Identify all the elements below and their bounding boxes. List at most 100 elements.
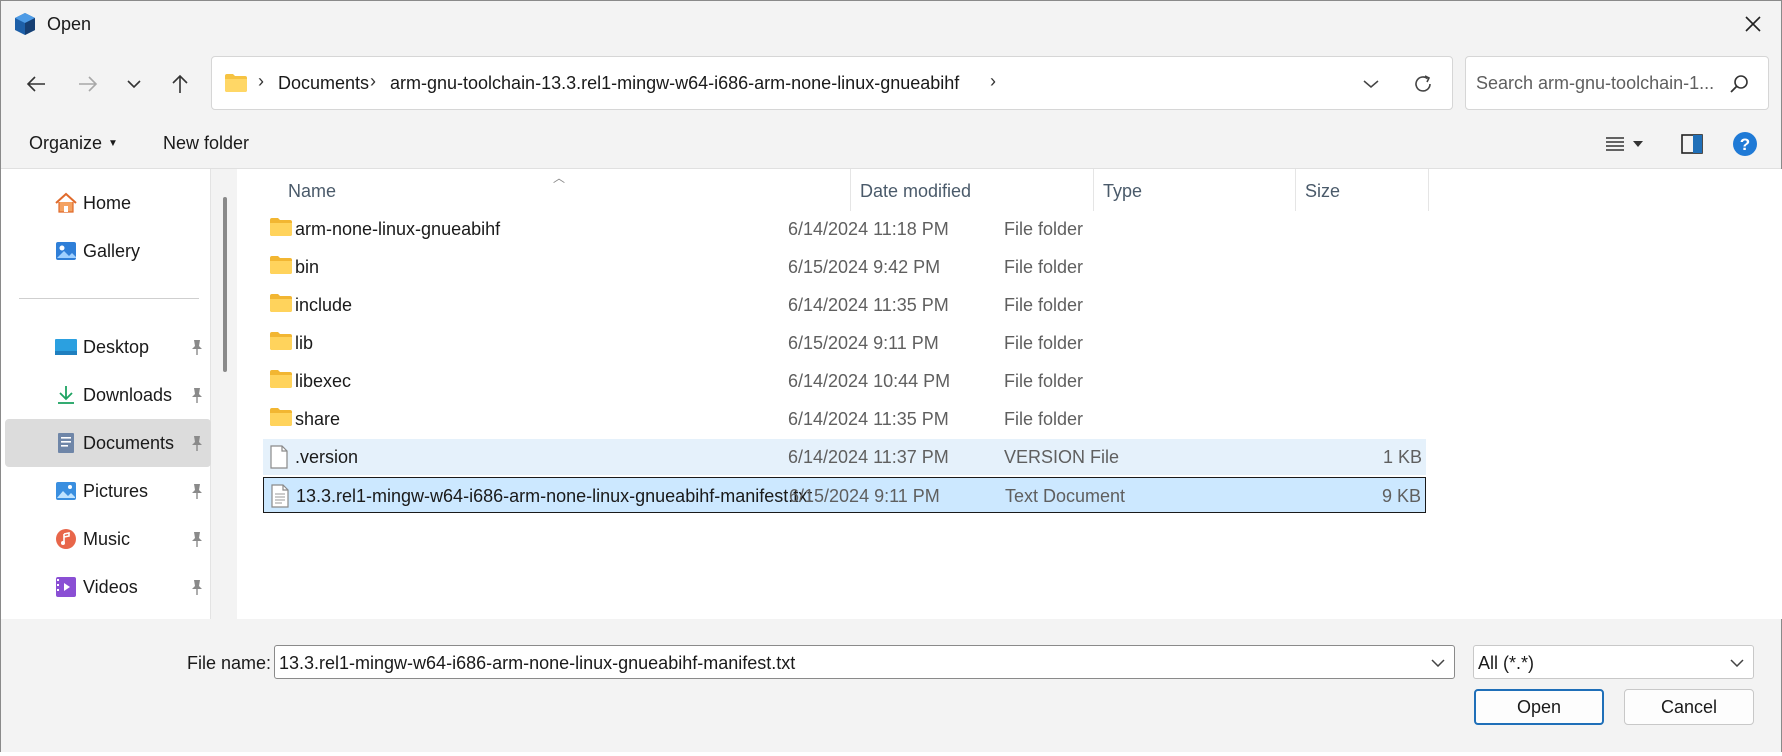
sidebar-item-home[interactable]: Home: [5, 179, 211, 227]
pin-icon[interactable]: [189, 386, 205, 404]
downloads-icon: [53, 382, 79, 408]
file-type: Text Document: [1005, 486, 1126, 506]
chevron-down-icon: [127, 80, 141, 89]
file-name: arm-none-linux-gnueabihf: [295, 219, 501, 239]
up-arrow-icon: [172, 74, 188, 93]
column-header-name[interactable]: Name: [288, 181, 336, 202]
pin-icon[interactable]: [189, 434, 205, 452]
column-divider[interactable]: [1428, 169, 1429, 211]
column-divider[interactable]: [1093, 169, 1094, 211]
open-button[interactable]: Open: [1474, 689, 1604, 725]
folder-icon: [269, 293, 293, 315]
sidebar-item-gallery[interactable]: Gallery: [5, 227, 211, 275]
file-list: ︿ Name Date modified Type Size arm-none-…: [237, 169, 1782, 619]
file-name: .version: [295, 447, 359, 467]
file-row[interactable]: lib 6/15/2024 9:11 PM File folder: [263, 325, 1426, 361]
sidebar-item-label: Documents: [83, 432, 175, 453]
sidebar-item-label: Pictures: [83, 480, 149, 501]
file-name: libexec: [295, 371, 352, 391]
sidebar-item-label: Music: [83, 528, 131, 549]
sidebar-item-pictures[interactable]: Pictures: [5, 467, 211, 515]
file-date-modified: 6/14/2024 11:35 PM: [788, 295, 949, 315]
file-row[interactable]: include 6/14/2024 11:35 PM File folder: [263, 287, 1426, 323]
recent-locations-button[interactable]: [117, 67, 151, 101]
file-name-bar: File name: 13.3.rel1-mingw-w64-i686-arm-…: [1, 619, 1781, 753]
breadcrumb-documents[interactable]: Documents: [278, 73, 369, 94]
search-input[interactable]: Search arm-gnu-toolchain-1...: [1465, 56, 1769, 110]
videos-icon: [53, 574, 79, 600]
forward-button[interactable]: [71, 67, 105, 101]
sidebar-divider: [19, 298, 199, 299]
folder-icon: [269, 331, 293, 353]
close-button[interactable]: [1735, 7, 1771, 41]
sidebar-item-documents[interactable]: Documents: [5, 419, 211, 467]
sidebar-item-desktop[interactable]: Desktop: [5, 323, 211, 371]
sidebar-item-label: Gallery: [83, 240, 141, 261]
file-row[interactable]: share 6/14/2024 11:35 PM File folder: [263, 401, 1426, 437]
file-type: VERSION File: [1004, 447, 1120, 467]
file-name: bin: [295, 257, 320, 277]
file-row[interactable]: libexec 6/14/2024 10:44 PM File folder: [263, 363, 1426, 399]
file-name-label: File name:: [187, 653, 272, 673]
address-history-dropdown[interactable]: [1356, 69, 1386, 99]
file-row[interactable]: bin 6/15/2024 9:42 PM File folder: [263, 249, 1426, 285]
column-header-type[interactable]: Type: [1103, 181, 1142, 202]
background-window-edge: [0, 752, 1782, 756]
desktop-icon: [53, 334, 79, 360]
details-view-icon: [1606, 137, 1624, 151]
gallery-icon: [53, 238, 79, 264]
breadcrumb-current-folder[interactable]: arm-gnu-toolchain-13.3.rel1-mingw-w64-i6…: [390, 73, 959, 94]
view-options-button[interactable]: [1601, 131, 1629, 157]
breadcrumb-separator: ›: [370, 71, 376, 91]
file-type: File folder: [1004, 333, 1084, 353]
file-size: 9 KB: [1381, 486, 1421, 506]
svg-text:?: ?: [1740, 135, 1750, 154]
file-type-value: All (*.*): [1478, 653, 1535, 673]
file-row[interactable]: arm-none-linux-gnueabihf 6/14/2024 11:18 …: [263, 211, 1426, 247]
column-header-date[interactable]: Date modified: [860, 181, 971, 202]
file-row[interactable]: 13.3.rel1-mingw-w64-i686-arm-none-linux-…: [263, 477, 1426, 513]
folder-icon: [269, 407, 293, 429]
command-bar: Organize ▼ New folder ?: [1, 117, 1781, 169]
title-bar: Open: [1, 1, 1781, 47]
preview-pane-button[interactable]: [1678, 131, 1706, 157]
file-type: File folder: [1004, 295, 1084, 315]
pin-icon[interactable]: [189, 578, 205, 596]
back-button[interactable]: [19, 67, 53, 101]
sidebar-item-label: Videos: [83, 576, 138, 597]
file-row[interactable]: .version 6/14/2024 11:37 PM VERSION File 1 …: [263, 439, 1426, 475]
text-document-icon: [270, 484, 294, 508]
file-date-modified: 6/14/2024 11:37 PM: [788, 447, 949, 467]
sidebar-item-videos[interactable]: Videos: [5, 563, 211, 611]
view-options-dropdown[interactable]: [1629, 131, 1647, 157]
up-button[interactable]: [163, 67, 197, 101]
file-type-select[interactable]: All (*.*): [1473, 645, 1754, 679]
sidebar-item-label: Desktop: [83, 336, 150, 357]
open-dialog: Open › Documents › arm-gnu-toolchain-13.…: [0, 0, 1782, 753]
file-name-input[interactable]: 13.3.rel1-mingw-w64-i686-arm-none-linux-…: [274, 645, 1455, 679]
new-folder-button[interactable]: New folder: [163, 133, 249, 154]
refresh-button[interactable]: [1408, 69, 1438, 99]
folder-icon: [225, 74, 247, 92]
sidebar-item-music[interactable]: Music: [5, 515, 211, 563]
folder-icon: [269, 217, 293, 239]
file-name: include: [295, 295, 353, 315]
address-bar[interactable]: › Documents › arm-gnu-toolchain-13.3.rel…: [211, 56, 1453, 110]
file-type: File folder: [1004, 257, 1084, 277]
sidebar-item-label: Downloads: [83, 384, 173, 405]
pin-icon[interactable]: [189, 482, 205, 500]
column-divider[interactable]: [1295, 169, 1296, 211]
sidebar-item-downloads[interactable]: Downloads: [5, 371, 211, 419]
pin-icon[interactable]: [189, 530, 205, 548]
navigation-bar: › Documents › arm-gnu-toolchain-13.3.rel…: [1, 47, 1781, 117]
refresh-icon: [1415, 75, 1431, 92]
pin-icon[interactable]: [189, 338, 205, 356]
sidebar-scrollbar[interactable]: [223, 197, 227, 372]
help-button[interactable]: ?: [1731, 131, 1759, 157]
chevron-down-icon[interactable]: [1428, 651, 1448, 673]
column-divider[interactable]: [850, 169, 851, 211]
cancel-button[interactable]: Cancel: [1624, 689, 1754, 725]
file-size: 1 KB: [1382, 447, 1422, 467]
column-header-size[interactable]: Size: [1305, 181, 1340, 202]
organize-menu[interactable]: Organize ▼: [29, 133, 118, 154]
